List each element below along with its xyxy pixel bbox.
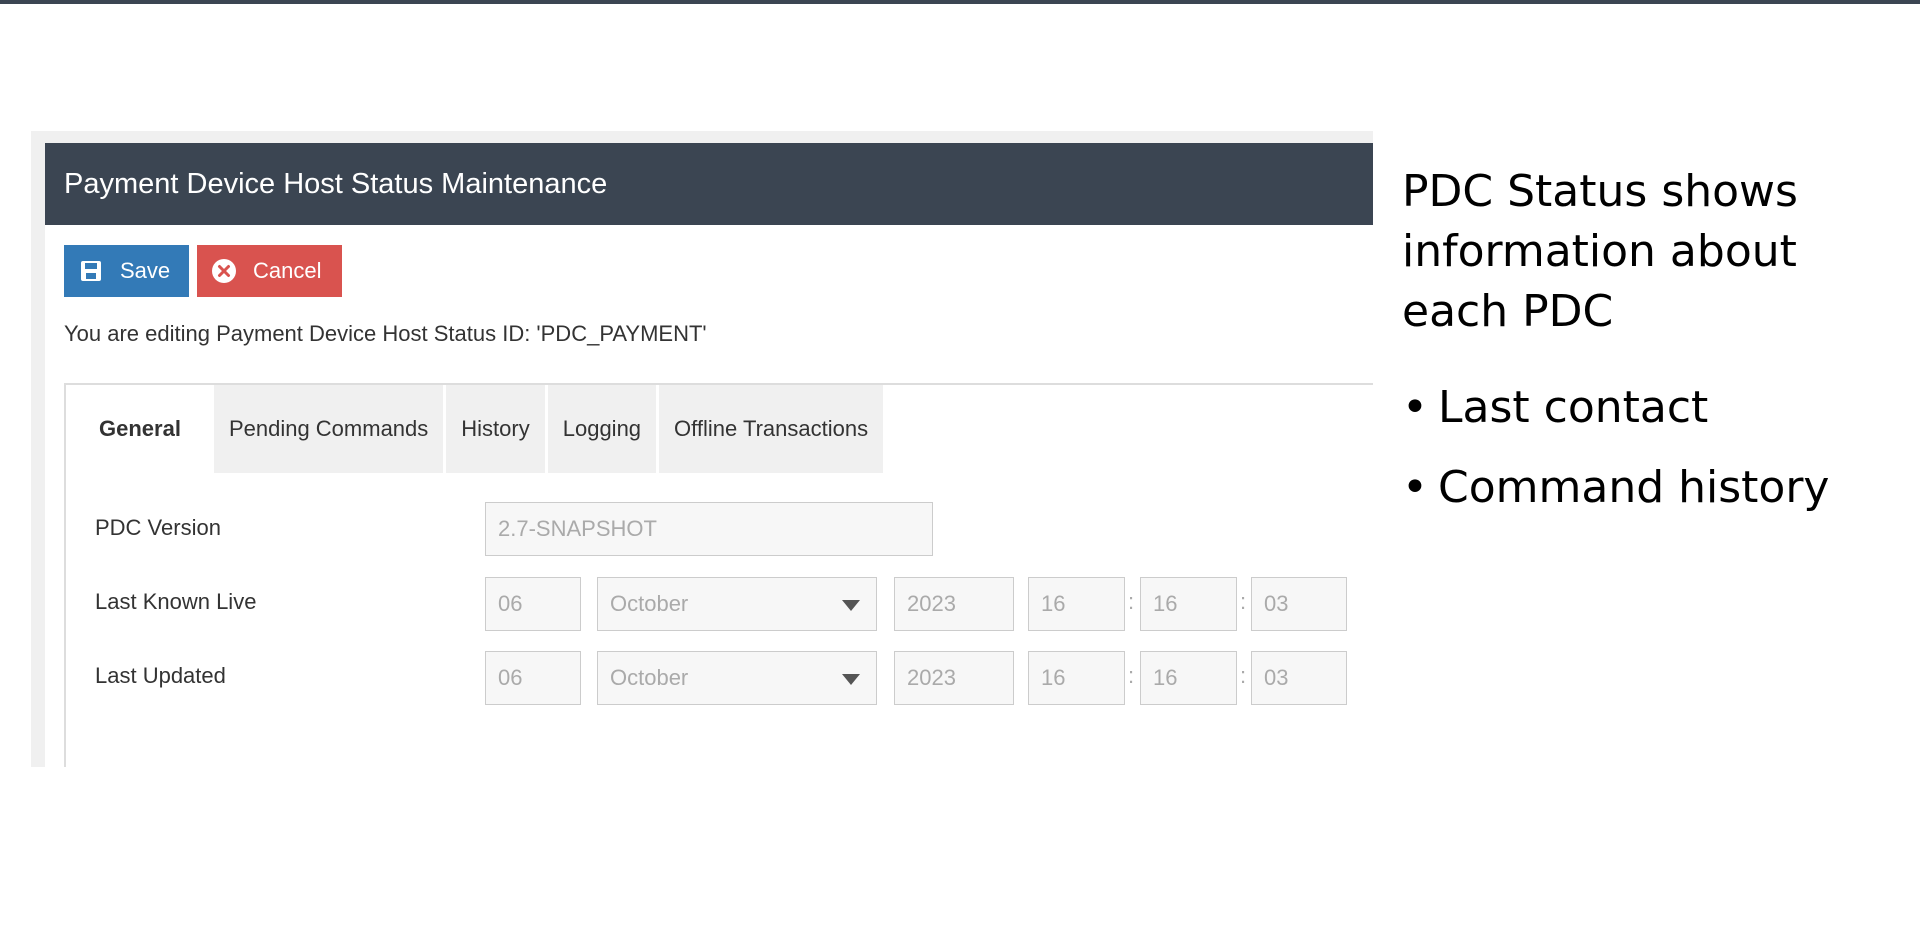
tab-bar: General Pending Commands History Logging… [66, 385, 886, 473]
save-button-label: Save [120, 258, 171, 283]
time-separator: : [1240, 589, 1247, 614]
circle-x-icon [211, 258, 237, 284]
last-known-live-label: Last Known Live [95, 589, 257, 614]
bullet-item: Last contact [1402, 378, 1829, 458]
last-updated-label: Last Updated [95, 663, 226, 688]
app-screenshot: Payment Device Host Status Maintenance S… [31, 131, 1373, 767]
editing-message: You are editing Payment Device Host Stat… [64, 321, 707, 346]
tab-logging[interactable]: Logging [547, 385, 657, 473]
pdc-version-field[interactable]: 2.7-SNAPSHOT [485, 502, 933, 556]
bullet-item: Command history [1402, 458, 1829, 538]
tab-panel: General Pending Commands History Logging… [64, 383, 1373, 767]
app-window: Payment Device Host Status Maintenance S… [45, 143, 1373, 767]
last-updated-month-value: October [610, 665, 689, 690]
last-updated-second-field[interactable]: 03 [1251, 651, 1347, 705]
cancel-button[interactable]: Cancel [197, 245, 342, 297]
tab-pending-commands[interactable]: Pending Commands [213, 385, 444, 473]
last-known-live-second-field[interactable]: 03 [1251, 577, 1347, 631]
last-known-live-month-select[interactable]: October [597, 577, 877, 631]
time-separator: : [1240, 663, 1247, 688]
tab-history[interactable]: History [446, 385, 545, 473]
slide-bullets: Last contact Command history [1402, 378, 1829, 538]
last-known-live-year-field[interactable]: 2023 [894, 577, 1014, 631]
tab-general[interactable]: General [66, 385, 214, 473]
window-title: Payment Device Host Status Maintenance [45, 143, 1373, 225]
last-updated-minute-field[interactable]: 16 [1140, 651, 1237, 705]
chevron-down-icon [842, 600, 860, 611]
time-separator: : [1128, 589, 1135, 614]
slide: Payment Device Host Status Maintenance S… [0, 0, 1920, 930]
last-known-live-hour-field[interactable]: 16 [1028, 577, 1125, 631]
pdc-version-label: PDC Version [95, 515, 221, 540]
slide-top-bar [0, 0, 1920, 4]
cancel-button-label: Cancel [253, 258, 322, 283]
last-updated-month-select[interactable]: October [597, 651, 877, 705]
last-updated-hour-field[interactable]: 16 [1028, 651, 1125, 705]
last-known-live-month-value: October [610, 591, 689, 616]
last-known-live-day-field[interactable]: 06 [485, 577, 581, 631]
time-separator: : [1128, 663, 1135, 688]
chevron-down-icon [842, 674, 860, 685]
floppy-disk-icon [78, 258, 104, 284]
tab-offline-transactions[interactable]: Offline Transactions [659, 385, 884, 473]
last-known-live-minute-field[interactable]: 16 [1140, 577, 1237, 631]
last-updated-day-field[interactable]: 06 [485, 651, 581, 705]
save-button[interactable]: Save [64, 245, 189, 297]
last-updated-year-field[interactable]: 2023 [894, 651, 1014, 705]
slide-heading: PDC Status shows information about each … [1402, 166, 1798, 337]
